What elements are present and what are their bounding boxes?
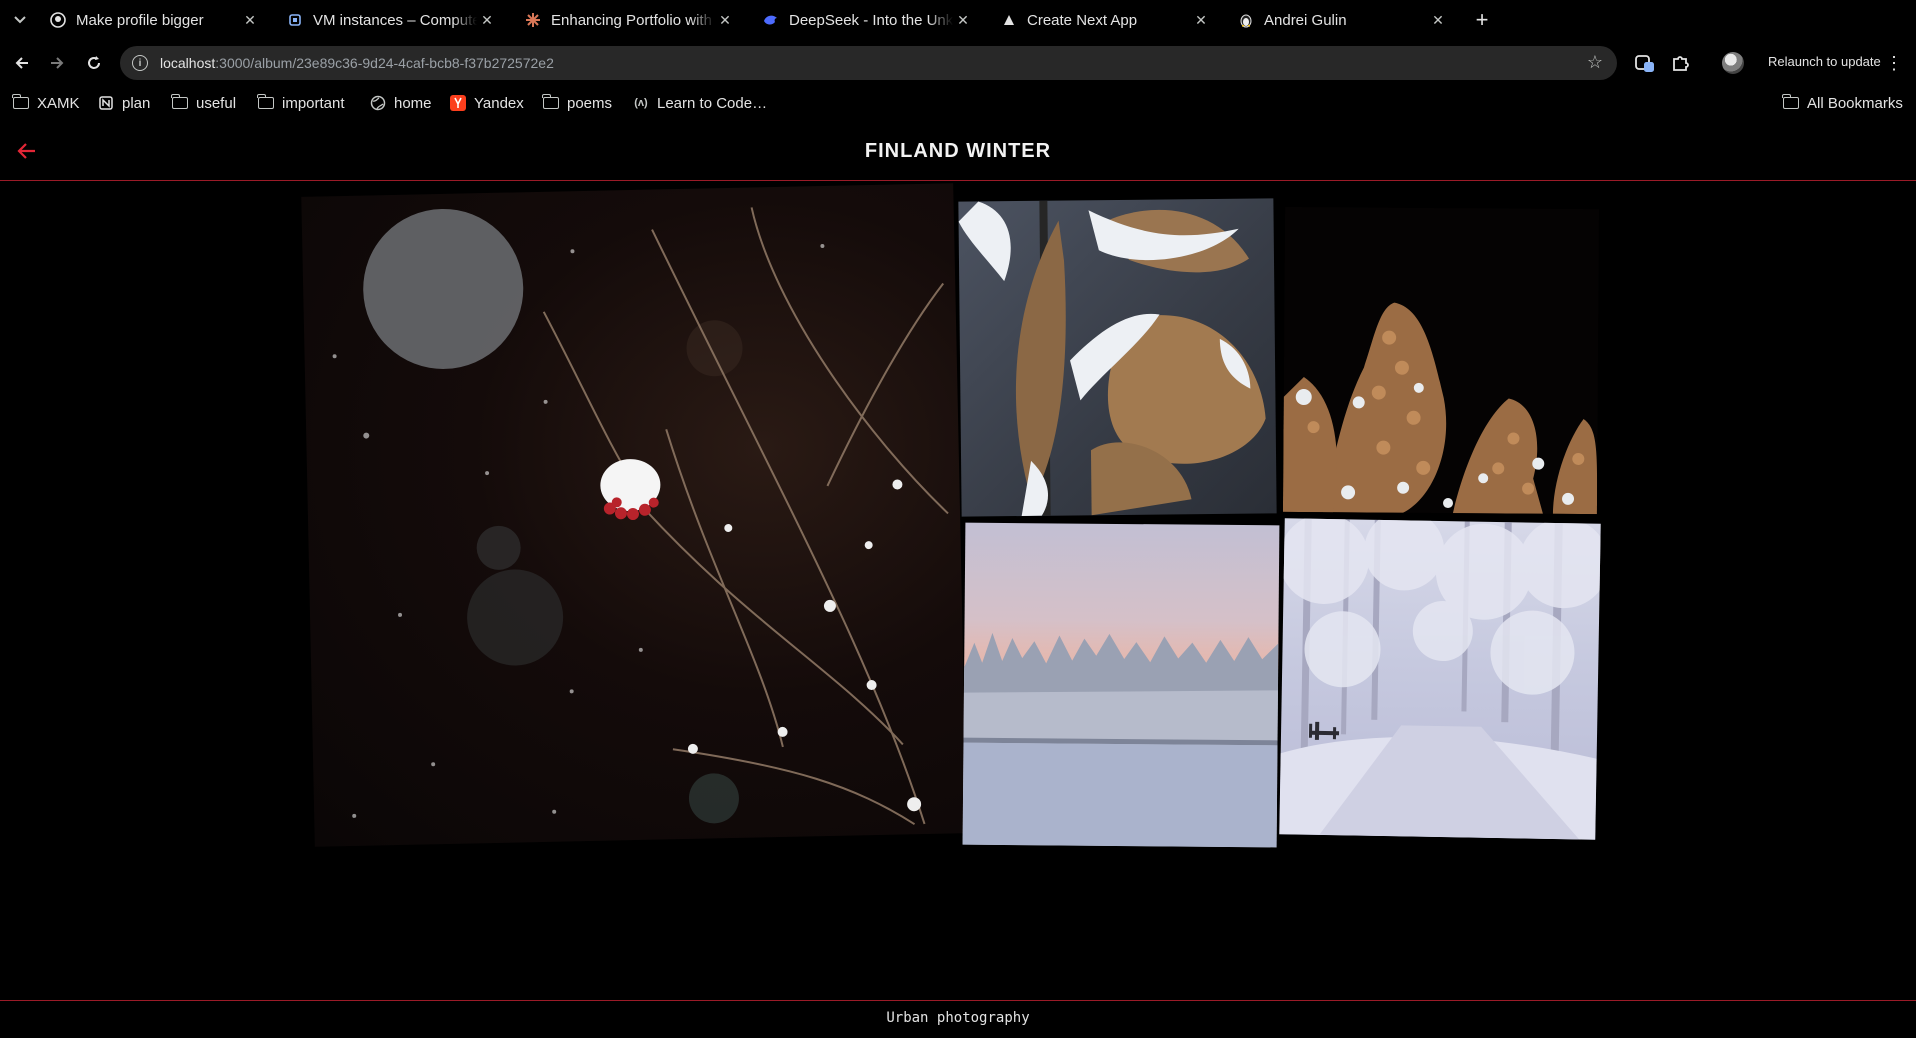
notion-icon xyxy=(97,95,115,111)
tab-deepseek[interactable]: DeepSeek - Into the Unknown ✕ xyxy=(749,4,981,36)
tab-title: Andrei Gulin xyxy=(1264,11,1347,29)
site-info-icon[interactable]: i xyxy=(132,55,148,71)
bookmark-label: XAMK xyxy=(37,94,80,112)
tab-title: VM instances – Compute Engine xyxy=(313,11,477,29)
frozen-lake-image xyxy=(962,632,1279,848)
tab-strip: Make profile bigger ✕ VM instances – Com… xyxy=(0,0,1916,40)
new-tab-button[interactable]: + xyxy=(1470,8,1494,32)
arrow-left-icon xyxy=(15,57,28,69)
bookmark-label: useful xyxy=(196,94,237,112)
bookmark-label: Learn to Code… xyxy=(657,94,768,112)
folder-icon xyxy=(1782,94,1800,111)
tab-title: Create Next App xyxy=(1027,11,1138,29)
close-icon[interactable]: ✕ xyxy=(240,10,260,30)
bookmark-label: Yandex xyxy=(474,94,524,112)
bookmark-xamk[interactable]: XAMK xyxy=(12,91,80,115)
reload-button[interactable] xyxy=(80,49,108,77)
rowan-berries-image xyxy=(332,207,949,826)
tab-search-button[interactable] xyxy=(8,8,32,32)
close-icon[interactable]: ✕ xyxy=(715,10,735,30)
github-icon xyxy=(50,12,66,28)
close-icon[interactable]: ✕ xyxy=(1428,10,1448,30)
all-bookmarks-folder[interactable]: All Bookmarks xyxy=(1782,91,1903,115)
tab-title: DeepSeek - Into the Unknown xyxy=(789,11,953,29)
photo-oak-leaves[interactable] xyxy=(958,198,1277,517)
bookmarks-bar: XAMK plan useful important home Yandex p… xyxy=(0,86,1916,120)
seed-clusters-image xyxy=(1282,302,1598,515)
oak-leaves-image xyxy=(958,200,1266,517)
chevron-down-icon xyxy=(14,16,26,24)
folder-icon xyxy=(12,94,30,111)
address-bar[interactable]: i localhost:3000/album/23e89c36-9d24-4ca… xyxy=(120,46,1617,80)
album-header: FINLAND WINTER xyxy=(0,120,1916,181)
tab-make-profile-bigger[interactable]: Make profile bigger ✕ xyxy=(36,4,268,36)
tab-andrei-gulin[interactable]: Andrei Gulin ✕ xyxy=(1224,4,1456,36)
vercel-triangle-icon xyxy=(1001,12,1017,28)
puzzle-piece-icon xyxy=(1673,56,1689,71)
bookmark-star-icon[interactable]: ☆ xyxy=(1587,53,1603,71)
profile-avatar[interactable] xyxy=(1722,52,1744,74)
browser-toolbar: i localhost:3000/album/23e89c36-9d24-4ca… xyxy=(0,40,1916,86)
forward-button[interactable] xyxy=(43,49,71,77)
tab-enhancing-portfolio[interactable]: Enhancing Portfolio with Next.js ✕ xyxy=(511,4,743,36)
browser-menu-icon[interactable]: ⋮ xyxy=(1884,50,1904,76)
url-text: localhost:3000/album/23e89c36-9d24-4caf-… xyxy=(160,55,554,71)
freecodecamp-icon: (ʌ) xyxy=(634,97,648,109)
bookmark-learn-to-code[interactable]: (ʌ) Learn to Code… xyxy=(632,91,767,115)
bookmark-plan[interactable]: plan xyxy=(97,91,150,115)
bookmark-label: poems xyxy=(567,94,613,112)
bookmark-poems[interactable]: poems xyxy=(542,91,612,115)
bookmark-yandex[interactable]: Yandex xyxy=(449,91,524,115)
compute-engine-icon xyxy=(287,12,303,28)
deepseek-icon xyxy=(763,12,779,28)
bookmark-label: plan xyxy=(122,94,151,112)
page-footer: Urban photography xyxy=(0,1000,1916,1038)
photo-frozen-lake[interactable] xyxy=(962,522,1280,848)
reload-icon xyxy=(88,56,100,69)
back-button[interactable] xyxy=(8,49,36,77)
tab-title: Enhancing Portfolio with Next.js xyxy=(551,11,715,29)
bookmark-useful[interactable]: useful xyxy=(171,91,236,115)
bookmark-label: important xyxy=(282,94,345,112)
linux-penguin-icon xyxy=(1238,12,1254,28)
arrow-right-icon xyxy=(51,57,64,69)
bookmark-label: All Bookmarks xyxy=(1807,94,1903,112)
close-icon[interactable]: ✕ xyxy=(477,10,497,30)
bookmark-home[interactable]: home xyxy=(369,91,432,115)
folder-icon xyxy=(257,94,275,111)
folder-icon xyxy=(542,94,560,111)
extension-button[interactable] xyxy=(1633,51,1657,75)
claude-icon xyxy=(525,12,541,28)
bookmark-label: home xyxy=(394,94,432,112)
photo-rowan-berries[interactable] xyxy=(301,183,967,847)
photo-gallery xyxy=(300,183,1620,855)
footer-text: Urban photography xyxy=(886,1010,1030,1026)
relaunch-to-update-button[interactable]: Relaunch to update xyxy=(1768,54,1881,69)
close-icon[interactable]: ✕ xyxy=(1191,10,1211,30)
globe-icon xyxy=(369,95,387,111)
extensions-menu-button[interactable] xyxy=(1668,51,1692,75)
copilot-extension-icon xyxy=(1635,55,1654,72)
photo-snowy-park[interactable] xyxy=(1279,518,1601,840)
snowy-park-image xyxy=(1279,518,1601,840)
close-icon[interactable]: ✕ xyxy=(953,10,973,30)
bookmark-important[interactable]: important xyxy=(257,91,345,115)
folder-icon xyxy=(171,94,189,111)
tab-vm-instances[interactable]: VM instances – Compute Engine ✕ xyxy=(273,4,505,36)
album-title: FINLAND WINTER xyxy=(864,140,1052,162)
tab-title: Make profile bigger xyxy=(76,11,204,29)
photo-seed-clusters[interactable] xyxy=(1282,206,1600,515)
tab-create-next-app[interactable]: Create Next App ✕ xyxy=(987,4,1219,36)
yandex-icon xyxy=(449,95,467,111)
